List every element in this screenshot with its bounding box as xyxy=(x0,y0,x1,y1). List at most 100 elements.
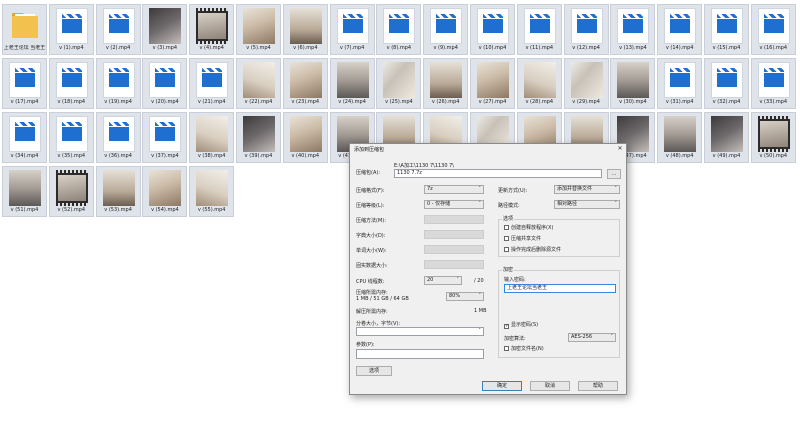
file-item[interactable]: v (1).mp4 xyxy=(48,4,94,55)
file-item[interactable]: v (51).mp4 xyxy=(2,166,47,217)
file-item[interactable]: v (48).mp4 xyxy=(657,112,703,163)
level-select[interactable]: 0 - 仅存储 ˅ xyxy=(424,200,484,209)
file-item[interactable]: v (21).mp4 xyxy=(189,58,235,109)
solid-select xyxy=(424,260,484,269)
file-label: v (37).mp4 xyxy=(151,153,179,159)
file-item[interactable]: v (14).mp4 xyxy=(657,4,703,55)
enc-method-select[interactable]: AES-256 ˅ xyxy=(568,333,616,342)
clapperboard-icon xyxy=(108,122,129,141)
file-label: v (9).mp4 xyxy=(433,45,458,51)
file-item[interactable]: v (2).mp4 xyxy=(95,4,141,55)
mem-percent-select[interactable]: 80% ˅ xyxy=(446,292,484,301)
file-item[interactable]: v (30).mp4 xyxy=(610,58,656,109)
file-item[interactable]: v (37).mp4 xyxy=(142,112,188,163)
solid-label: 固实数据大小: xyxy=(356,263,388,269)
cpu-total: / 20 xyxy=(474,278,484,284)
video-thumbnail xyxy=(196,116,229,152)
file-item[interactable]: v (10).mp4 xyxy=(470,4,515,55)
sfx-checkbox[interactable]: 创建自释放程序(X) xyxy=(504,225,553,231)
filmstrip-thumbnail xyxy=(55,170,88,206)
file-item[interactable]: v (29).mp4 xyxy=(563,58,609,109)
file-label: v (40).mp4 xyxy=(291,153,320,159)
format-select[interactable]: 7z ˅ xyxy=(424,185,484,194)
file-item[interactable]: v (55).mp4 xyxy=(189,166,235,217)
file-item[interactable]: v (34).mp4 xyxy=(2,112,47,163)
update-select[interactable]: 添加并替换文件 ˅ xyxy=(554,185,620,194)
file-item[interactable]: v (9).mp4 xyxy=(423,4,469,55)
clapperboard-icon xyxy=(15,122,35,141)
file-item[interactable]: v (26).mp4 xyxy=(423,58,469,109)
split-input[interactable]: ˅ xyxy=(356,327,484,336)
file-item[interactable]: v (11).mp4 xyxy=(516,4,562,55)
file-label: v (22).mp4 xyxy=(244,99,273,105)
dict-select xyxy=(424,230,484,239)
file-item[interactable]: v (40).mp4 xyxy=(282,112,328,163)
file-item[interactable]: v (39).mp4 xyxy=(236,112,281,163)
video-file-icon xyxy=(102,116,135,152)
file-item[interactable]: v (28).mp4 xyxy=(516,58,562,109)
file-item[interactable]: v (33).mp4 xyxy=(750,58,796,109)
file-item[interactable]: v (19).mp4 xyxy=(95,58,141,109)
archive-name-input[interactable]: 1130 7.7z xyxy=(394,169,602,178)
file-item[interactable]: v (17).mp4 xyxy=(2,58,47,109)
delete-checkbox[interactable]: 操作完成后删除源文件 xyxy=(504,247,561,253)
method-label: 压缩方法(M): xyxy=(356,218,386,224)
params-input[interactable] xyxy=(356,349,484,359)
params-label: 参数(P): xyxy=(356,342,375,348)
file-item[interactable]: v (12).mp4 xyxy=(563,4,609,55)
file-label: v (32).mp4 xyxy=(712,99,741,105)
cpu-select[interactable]: 20 ˅ xyxy=(424,276,462,285)
path-select[interactable]: 相对路径 ˅ xyxy=(554,200,620,209)
file-item[interactable]: v (27).mp4 xyxy=(470,58,515,109)
file-item[interactable]: v (23).mp4 xyxy=(282,58,328,109)
shared-checkbox[interactable]: 压缩共享文件 xyxy=(504,236,541,242)
folder-item[interactable]: 上老王论坛 当老王 xyxy=(2,4,47,55)
file-item[interactable]: v (20).mp4 xyxy=(142,58,188,109)
video-file-icon xyxy=(664,8,697,44)
ok-button[interactable]: 确定 xyxy=(482,381,522,391)
file-item[interactable]: v (32).mp4 xyxy=(704,58,749,109)
chevron-down-icon: ˅ xyxy=(614,186,618,192)
file-item[interactable]: v (16).mp4 xyxy=(750,4,796,55)
file-item[interactable]: v (8).mp4 xyxy=(376,4,422,55)
dialog-title: 添加到压缩包 xyxy=(354,147,385,153)
file-label: v (36).mp4 xyxy=(104,153,132,159)
file-item[interactable]: v (50).mp4 xyxy=(750,112,796,163)
checkbox-box xyxy=(504,225,509,230)
file-item[interactable]: v (15).mp4 xyxy=(704,4,749,55)
encrypt-names-checkbox[interactable]: 加密文件名(N) xyxy=(504,346,544,352)
options-button[interactable]: 选项 xyxy=(356,366,392,376)
folder-label: 上老王论坛 当老王 xyxy=(3,45,46,51)
file-item[interactable]: v (52).mp4 xyxy=(48,166,94,217)
file-item[interactable]: v (35).mp4 xyxy=(48,112,94,163)
close-icon[interactable]: ✕ xyxy=(614,144,626,153)
cpu-label: CPU 线程数: xyxy=(356,279,385,285)
file-item[interactable]: v (25).mp4 xyxy=(376,58,422,109)
password-input[interactable]: 上老王论坛当老王 xyxy=(504,284,616,293)
file-item[interactable]: v (22).mp4 xyxy=(236,58,281,109)
file-item[interactable]: v (18).mp4 xyxy=(48,58,94,109)
file-item[interactable]: v (24).mp4 xyxy=(329,58,375,109)
cancel-button[interactable]: 取消 xyxy=(530,381,570,391)
file-item[interactable]: v (7).mp4 xyxy=(329,4,375,55)
file-label: v (14).mp4 xyxy=(665,45,694,51)
file-item[interactable]: v (36).mp4 xyxy=(95,112,141,163)
file-item[interactable]: v (5).mp4 xyxy=(236,4,281,55)
file-item[interactable]: v (38).mp4 xyxy=(189,112,235,163)
show-password-checkbox[interactable]: ✓ 显示密码(S) xyxy=(504,322,538,329)
file-item[interactable]: v (4).mp4 xyxy=(189,4,235,55)
file-item[interactable]: v (49).mp4 xyxy=(704,112,749,163)
file-item[interactable]: v (54).mp4 xyxy=(142,166,188,217)
file-item[interactable]: v (13).mp4 xyxy=(610,4,656,55)
file-label: v (15).mp4 xyxy=(712,45,741,51)
file-item[interactable]: v (6).mp4 xyxy=(282,4,328,55)
file-item[interactable]: v (53).mp4 xyxy=(95,166,141,217)
file-item[interactable]: v (3).mp4 xyxy=(142,4,188,55)
file-item[interactable]: v (31).mp4 xyxy=(657,58,703,109)
file-label: v (21).mp4 xyxy=(197,99,226,105)
clapperboard-icon xyxy=(529,14,550,33)
video-file-icon xyxy=(149,62,182,98)
filmstrip-thumbnail xyxy=(196,8,229,44)
browse-button[interactable]: ... xyxy=(607,169,621,179)
help-button[interactable]: 帮助 xyxy=(578,381,618,391)
